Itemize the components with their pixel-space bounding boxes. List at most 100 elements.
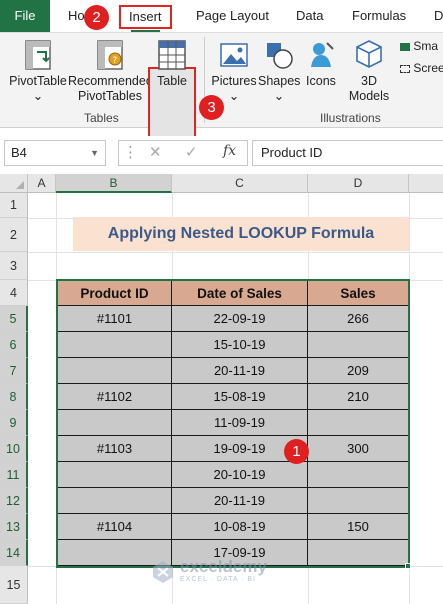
screenshot-label: Scree: [413, 61, 443, 75]
row-header-9[interactable]: 9: [0, 410, 28, 436]
table-cell[interactable]: #1102: [57, 384, 172, 410]
table-cell[interactable]: 15-10-19: [172, 332, 308, 358]
select-all-corner[interactable]: [0, 174, 28, 193]
table-cell[interactable]: [308, 488, 409, 514]
name-box[interactable]: B4 ▼: [4, 140, 106, 166]
name-box-dropdown-icon[interactable]: ▼: [90, 141, 99, 165]
3d-models-label-line2: Models: [348, 89, 390, 103]
row-header-15[interactable]: 15: [0, 566, 28, 604]
insert-function-icon[interactable]: fx: [223, 143, 236, 159]
header-sales[interactable]: Sales: [308, 280, 409, 306]
row-header-7[interactable]: 7: [0, 358, 28, 384]
column-header-c[interactable]: C: [172, 174, 308, 193]
pictures-label: Pictures: [211, 74, 257, 88]
icons-button[interactable]: Icons: [302, 39, 340, 89]
table-cell[interactable]: [57, 410, 172, 436]
table-cell[interactable]: [308, 540, 409, 566]
table-cell[interactable]: 20-10-19: [172, 462, 308, 488]
table-cell[interactable]: 15-08-19: [172, 384, 308, 410]
table-cell[interactable]: [57, 488, 172, 514]
formula-bar: B4 ▼ ⋮ ✕ ✓ fx Product ID: [0, 136, 443, 170]
cancel-icon[interactable]: ✕: [149, 143, 162, 161]
column-header-e[interactable]: [409, 174, 443, 193]
fill-handle[interactable]: [405, 563, 411, 569]
table-cell[interactable]: #1101: [57, 306, 172, 332]
tab-formulas[interactable]: Formulas: [352, 0, 406, 32]
table-cell[interactable]: 210: [308, 384, 409, 410]
table-button[interactable]: Table: [150, 39, 194, 89]
enter-icon[interactable]: ✓: [185, 143, 198, 161]
table-cell[interactable]: 20-11-19: [172, 358, 308, 384]
pivottable-icon: [25, 40, 51, 70]
recommended-label-line1: Recommended: [68, 74, 153, 88]
row-header-11[interactable]: 11: [0, 462, 28, 488]
header-product-id[interactable]: Product ID: [57, 280, 172, 306]
formula-input[interactable]: Product ID: [252, 140, 443, 166]
formula-buttons: ⋮ ✕ ✓ fx: [118, 140, 248, 166]
table-icon: [158, 40, 186, 70]
row-header-13[interactable]: 13: [0, 514, 28, 540]
table-cell[interactable]: 300: [308, 436, 409, 462]
table-cell[interactable]: 266: [308, 306, 409, 332]
tab-insert[interactable]: Insert: [119, 5, 172, 33]
worksheet-grid: A B C D 1 2 3 4 5 6 7 8 9 10 11 12 13 14…: [0, 174, 443, 604]
name-box-value: B4: [11, 145, 27, 160]
row-header-12[interactable]: 12: [0, 488, 28, 514]
row-header-3[interactable]: 3: [0, 252, 28, 280]
smartart-button[interactable]: Sma: [400, 39, 443, 54]
row-header-5[interactable]: 5: [0, 306, 28, 332]
screenshot-button[interactable]: Scree: [400, 61, 443, 76]
table-cell[interactable]: 20-11-19: [172, 488, 308, 514]
row-header-2[interactable]: 2: [0, 218, 28, 252]
pictures-icon: [220, 43, 248, 67]
tab-review[interactable]: D: [434, 0, 443, 32]
column-header-a[interactable]: A: [28, 174, 56, 193]
step-badge-table: 3: [199, 95, 224, 120]
3d-models-button[interactable]: 3D Models: [340, 39, 398, 104]
pictures-button[interactable]: Pictures ⌄: [209, 39, 259, 104]
row-header-4[interactable]: 4: [0, 280, 28, 306]
3d-models-label-line1: 3D: [361, 74, 377, 88]
tab-data[interactable]: Data: [296, 0, 323, 32]
pivottable-chevron-icon: ⌄: [32, 89, 44, 103]
exceldemy-logo-icon: [153, 561, 173, 583]
table-cell[interactable]: [308, 462, 409, 488]
row-header-14[interactable]: 14: [0, 540, 28, 566]
header-date-of-sales[interactable]: Date of Sales: [172, 280, 308, 306]
table-cell[interactable]: [57, 332, 172, 358]
row-header-8[interactable]: 8: [0, 384, 28, 410]
row-header-10[interactable]: 10: [0, 436, 28, 462]
table-cell[interactable]: [57, 462, 172, 488]
screenshot-icon: [400, 64, 410, 73]
column-header-d[interactable]: D: [308, 174, 409, 193]
smartart-icon: [400, 42, 410, 51]
row-header-6[interactable]: 6: [0, 332, 28, 358]
table-cell[interactable]: 10-08-19: [172, 514, 308, 540]
shapes-chevron-icon: ⌄: [273, 89, 285, 103]
table-cell[interactable]: [308, 410, 409, 436]
shapes-button[interactable]: Shapes ⌄: [258, 39, 300, 104]
table-cell[interactable]: #1103: [57, 436, 172, 462]
gridline: [28, 252, 443, 253]
table-cell[interactable]: 209: [308, 358, 409, 384]
exceldemy-watermark: exceldemy EXCEL · DATA · BI: [150, 557, 300, 587]
table-cell[interactable]: 150: [308, 514, 409, 540]
table-cell[interactable]: #1104: [57, 514, 172, 540]
table-cell[interactable]: 11-09-19: [172, 410, 308, 436]
table-cell[interactable]: [308, 332, 409, 358]
recommended-pivottables-icon: ?: [97, 40, 123, 70]
svg-text:?: ?: [113, 56, 118, 66]
smartart-label: Sma: [413, 39, 439, 53]
pivottable-button[interactable]: PivotTable ⌄: [6, 39, 70, 104]
sheet-title-cell[interactable]: Applying Nested LOOKUP Formula: [73, 217, 409, 251]
recommended-pivottables-button[interactable]: ? Recommended PivotTables: [68, 39, 153, 104]
tab-home[interactable]: Ho: [68, 0, 85, 32]
table-cell[interactable]: 22-09-19: [172, 306, 308, 332]
tab-page-layout[interactable]: Page Layout: [196, 0, 269, 32]
group-label-tables: Tables: [84, 111, 119, 125]
table-cell[interactable]: [57, 358, 172, 384]
tab-file[interactable]: File: [0, 0, 50, 32]
column-header-b[interactable]: B: [56, 174, 172, 193]
row-header-1[interactable]: 1: [0, 193, 28, 218]
icons-label: Icons: [306, 74, 336, 88]
